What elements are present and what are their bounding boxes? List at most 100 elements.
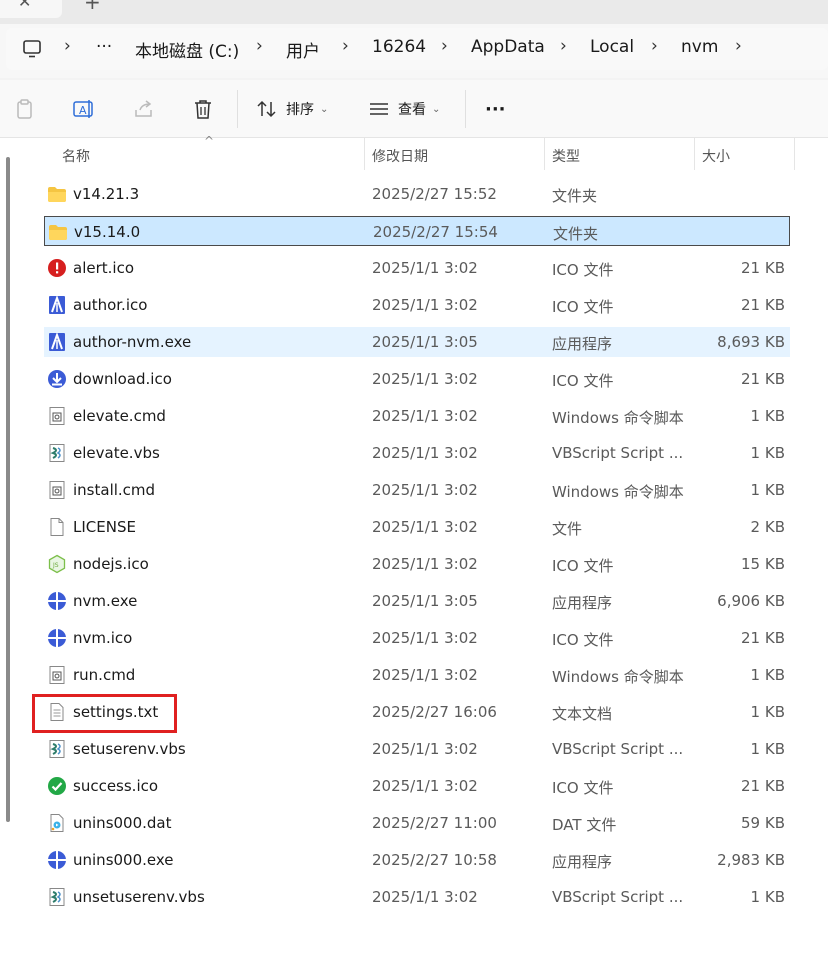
column-divider[interactable] — [544, 138, 545, 170]
close-tab-icon[interactable]: ✕ — [18, 0, 31, 11]
view-button[interactable]: 查看 ⌄ — [368, 94, 440, 124]
file-row[interactable]: success.ico 2025/1/1 3:02 ICO 文件 21 KB — [44, 771, 790, 801]
tab[interactable]: ✕ — [0, 0, 62, 18]
file-row[interactable]: unins000.dat 2025/2/27 11:00 DAT 文件 59 KB — [44, 808, 790, 838]
breadcrumb-users[interactable]: 用户 — [286, 37, 320, 62]
file-name: nvm.exe — [73, 592, 138, 610]
file-size: 21 KB — [741, 296, 785, 314]
file-type: ICO 文件 — [552, 261, 614, 279]
cmd-icon — [47, 480, 67, 500]
file-modified-date: 2025/1/1 3:02 — [372, 888, 478, 906]
blank-file-icon — [47, 517, 67, 537]
file-modified-date: 2025/1/1 3:02 — [372, 370, 478, 388]
breadcrumb-separator[interactable]: › — [256, 36, 263, 56]
breadcrumb-separator[interactable]: › — [560, 36, 567, 56]
column-divider[interactable] — [364, 138, 365, 170]
file-row[interactable]: run.cmd 2025/1/1 3:02 Windows 命令脚本 1 KB — [44, 660, 790, 690]
paste-button[interactable] — [14, 94, 36, 124]
file-row[interactable]: author.ico 2025/1/1 3:02 ICO 文件 21 KB — [44, 290, 790, 320]
file-modified-date: 2025/1/1 3:05 — [372, 333, 478, 351]
file-size: 2,983 KB — [717, 851, 785, 869]
file-size: 6,906 KB — [717, 592, 785, 610]
file-row[interactable]: install.cmd 2025/1/1 3:02 Windows 命令脚本 1 KB — [44, 475, 790, 505]
file-size: 21 KB — [741, 259, 785, 277]
address-bar[interactable]: › ··· 本地磁盘 (C:) › 用户 › 16264 › AppData ›… — [6, 28, 828, 70]
tab-strip: ✕ + — [0, 0, 828, 24]
see-more-button[interactable]: ··· — [485, 94, 506, 124]
cmd-icon — [47, 665, 67, 685]
sort-button[interactable]: 排序 ⌄ — [256, 94, 328, 124]
file-type: 应用程序 — [552, 335, 613, 353]
file-size: 21 KB — [741, 370, 785, 388]
this-pc-icon[interactable] — [22, 39, 42, 59]
file-row[interactable]: download.ico 2025/1/1 3:02 ICO 文件 21 KB — [44, 364, 790, 394]
file-row[interactable]: v15.14.0 2025/2/27 15:54 文件夹 — [44, 216, 790, 246]
breadcrumb-more-button[interactable]: ··· — [96, 37, 112, 57]
file-name: download.ico — [73, 370, 172, 388]
vertical-scrollbar[interactable] — [6, 157, 10, 822]
file-row[interactable]: elevate.cmd 2025/1/1 3:02 Windows 命令脚本 1 KB — [44, 401, 790, 431]
vbs-icon — [47, 887, 67, 907]
file-row[interactable]: nvm.exe 2025/1/1 3:05 应用程序 6,906 KB — [44, 586, 790, 616]
file-modified-date: 2025/1/1 3:02 — [372, 518, 478, 536]
column-modified-header[interactable]: 修改日期 — [372, 146, 428, 166]
view-icon — [370, 103, 388, 115]
breadcrumb-separator[interactable]: › — [441, 36, 448, 56]
chevron-down-icon: ⌄ — [320, 103, 329, 115]
file-row[interactable]: elevate.vbs 2025/1/1 3:02 VBScript Script … — [44, 438, 790, 468]
address-bar-region: › ··· 本地磁盘 (C:) › 用户 › 16264 › AppData ›… — [0, 24, 828, 78]
breadcrumb-nvm[interactable]: nvm — [681, 37, 718, 57]
file-name: unins000.dat — [73, 814, 172, 832]
share-button[interactable] — [132, 94, 156, 124]
file-modified-date: 2025/2/27 15:52 — [372, 185, 497, 203]
file-size: 8,693 KB — [717, 333, 785, 351]
new-tab-icon[interactable]: + — [84, 0, 101, 14]
file-size: 1 KB — [750, 703, 785, 721]
file-name: unsetuserenv.vbs — [73, 888, 205, 906]
file-row[interactable]: author-nvm.exe 2025/1/1 3:05 应用程序 8,693 KB — [44, 327, 790, 357]
breadcrumb-separator[interactable]: › — [651, 36, 658, 56]
file-row[interactable]: unins000.exe 2025/2/27 10:58 应用程序 2,983 KB — [44, 845, 790, 875]
vbs-icon — [47, 443, 67, 463]
file-name: unins000.exe — [73, 851, 174, 869]
file-modified-date: 2025/1/1 3:02 — [372, 481, 478, 499]
rename-button[interactable]: A — [72, 94, 96, 124]
file-name: run.cmd — [73, 666, 136, 684]
breadcrumb-local[interactable]: Local — [590, 37, 634, 57]
file-name: elevate.vbs — [73, 444, 160, 462]
column-divider[interactable] — [794, 138, 795, 170]
column-type-header[interactable]: 类型 — [552, 146, 580, 166]
column-size-header[interactable]: 大小 — [702, 146, 730, 166]
file-name: nodejs.ico — [73, 555, 149, 573]
file-size: 2 KB — [750, 518, 785, 536]
breadcrumb-appdata[interactable]: AppData — [471, 37, 545, 57]
column-divider[interactable] — [694, 138, 695, 170]
file-row[interactable]: setuserenv.vbs 2025/1/1 3:02 VBScript Scri… — [44, 734, 790, 764]
sort-icon — [257, 100, 276, 118]
file-row[interactable]: JS nodejs.ico 2025/1/1 3:02 ICO 文件 15 KB — [44, 549, 790, 579]
breadcrumb-separator[interactable]: › — [735, 36, 742, 56]
breadcrumb-user[interactable]: 16264 — [372, 37, 426, 57]
file-size: 1 KB — [750, 740, 785, 758]
toolbar-divider — [465, 90, 466, 128]
breadcrumb-separator[interactable]: › — [64, 36, 71, 56]
delete-button[interactable] — [192, 94, 214, 124]
toolbar-divider — [237, 90, 238, 128]
chevron-down-icon: ⌄ — [432, 103, 441, 115]
file-type: VBScript Script ... — [552, 740, 684, 758]
column-name-header[interactable]: 名称 — [62, 146, 90, 166]
file-row[interactable]: unsetuserenv.vbs 2025/1/1 3:02 VBScript Sc… — [44, 882, 790, 912]
breadcrumb-c-drive[interactable]: 本地磁盘 (C:) — [135, 37, 239, 62]
file-row[interactable]: LICENSE 2025/1/1 3:02 文件 2 KB — [44, 512, 790, 542]
file-type: ICO 文件 — [552, 631, 614, 649]
file-name: v14.21.3 — [73, 185, 140, 203]
breadcrumb-separator[interactable]: › — [342, 36, 349, 56]
file-type: ICO 文件 — [552, 372, 614, 390]
file-name: v15.14.0 — [74, 223, 141, 241]
file-row[interactable]: alert.ico 2025/1/1 3:02 ICO 文件 21 KB — [44, 253, 790, 283]
file-row[interactable]: nvm.ico 2025/1/1 3:02 ICO 文件 21 KB — [44, 623, 790, 653]
file-row[interactable]: v14.21.3 2025/2/27 15:52 文件夹 — [44, 179, 790, 209]
view-label: 查看 — [398, 102, 426, 118]
file-size: 1 KB — [750, 407, 785, 425]
file-modified-date: 2025/1/1 3:02 — [372, 555, 478, 573]
